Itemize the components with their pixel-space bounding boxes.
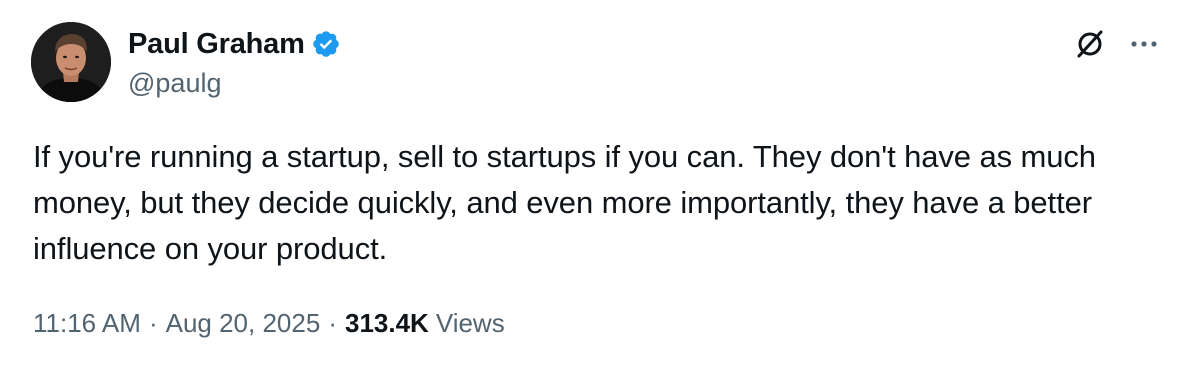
- more-options-icon: [1131, 41, 1157, 47]
- tweet-time[interactable]: 11:16 AM: [33, 308, 141, 339]
- grok-button[interactable]: [1070, 24, 1110, 64]
- author-name[interactable]: Paul Graham: [128, 28, 305, 61]
- verified-badge-icon[interactable]: [311, 29, 341, 59]
- tweet-text: If you're running a startup, sell to sta…: [33, 139, 1096, 266]
- meta-separator: ·: [328, 308, 337, 338]
- grok-icon: [1077, 30, 1103, 58]
- meta-separator: ·: [148, 308, 158, 338]
- more-options-button[interactable]: [1124, 24, 1164, 64]
- views-count[interactable]: 313.4K: [345, 308, 429, 339]
- author-handle[interactable]: @paulg: [128, 68, 221, 99]
- tweet-card: Paul Graham @paulg If you're running a s…: [0, 0, 1198, 376]
- avatar-image: [31, 22, 111, 102]
- author-name-row[interactable]: Paul Graham: [128, 26, 341, 62]
- tweet-date[interactable]: Aug 20, 2025: [166, 308, 321, 339]
- avatar[interactable]: [31, 22, 111, 102]
- tweet-meta: 11:16 AM · Aug 20, 2025 · 313.4K Views: [33, 308, 505, 339]
- views-label[interactable]: Views: [436, 308, 505, 339]
